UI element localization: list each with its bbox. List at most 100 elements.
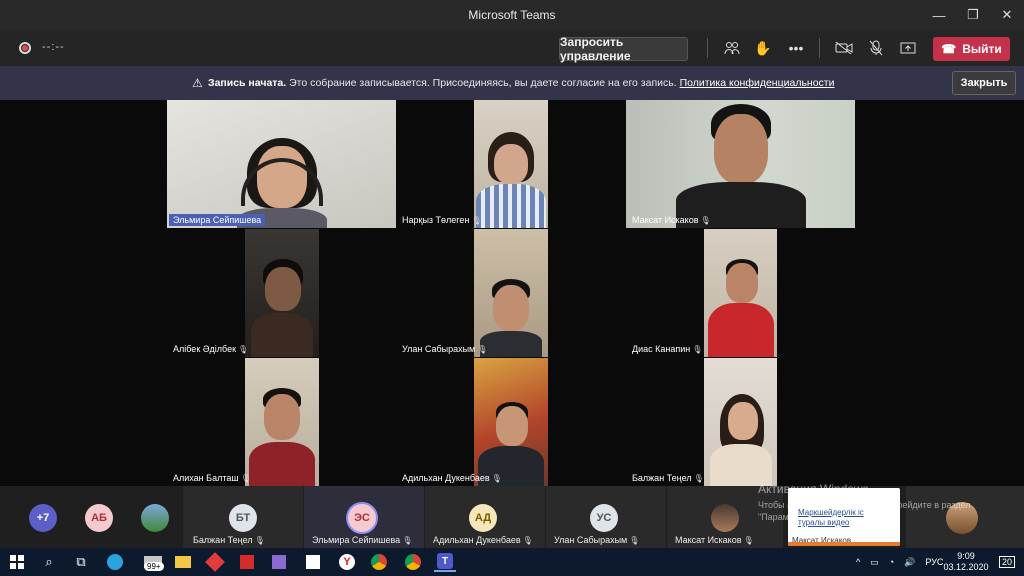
leave-button[interactable]: ☎ Выйти xyxy=(933,37,1010,61)
strip-tile[interactable]: ЭС Эльмира Сейпишева 🎙 xyxy=(304,486,424,548)
recording-icon xyxy=(19,42,31,54)
video-tile[interactable]: Максат Искаков 🎙 xyxy=(626,100,855,228)
strip-name: Максат Искаков 🎙 xyxy=(675,535,754,545)
app-icon[interactable] xyxy=(204,552,226,572)
activation-sub: Чтобы активировать Windows, перейдите в … xyxy=(758,500,971,510)
video-tile[interactable] xyxy=(704,229,777,357)
maximize-icon[interactable]: ❐ xyxy=(956,0,990,30)
folder-icon[interactable] xyxy=(172,552,194,572)
popup-line[interactable]: туралы видео xyxy=(798,518,850,527)
activation-watermark: Активация Windows Чтобы активировать Win… xyxy=(758,482,971,522)
leave-label: Выйти xyxy=(962,42,1002,56)
privacy-link[interactable]: Политика конфиденциальности xyxy=(680,77,835,89)
clock-time: 9:09 xyxy=(957,551,975,561)
windows-start-icon[interactable] xyxy=(6,552,28,572)
participants-icon[interactable] xyxy=(721,38,743,58)
participant-name: Адильхан Дукенбаев 🎙 xyxy=(402,473,502,483)
activation-title: Активация Windows xyxy=(758,482,869,496)
video-tile[interactable] xyxy=(474,229,548,357)
language-indicator[interactable]: РУС xyxy=(925,557,943,567)
mic-icon: 🎙 xyxy=(692,345,703,354)
camera-off-icon[interactable] xyxy=(833,38,855,58)
app-icon[interactable] xyxy=(236,552,258,572)
network-icon[interactable]: ◔ xyxy=(889,557,894,567)
close-window-icon[interactable]: ✕ xyxy=(990,0,1024,30)
share-screen-icon[interactable] xyxy=(897,38,919,58)
meeting-timer: --:-- xyxy=(42,41,65,53)
mic-icon: 🎙 xyxy=(238,345,249,354)
avatar[interactable] xyxy=(141,504,169,532)
mic-icon: 🎙 xyxy=(700,216,711,225)
activation-sub2: "Парам... xyxy=(758,512,797,522)
notification-icon[interactable]: 20 xyxy=(996,552,1018,572)
mic-off-icon[interactable] xyxy=(865,38,887,58)
participant-name: Максат Искаков 🎙 xyxy=(632,215,711,225)
avatar: УС xyxy=(590,504,618,532)
chevron-up-icon[interactable]: ^ xyxy=(856,557,860,567)
yandex-browser-icon[interactable]: Y xyxy=(336,552,358,572)
mic-icon: 🎙 xyxy=(477,345,488,354)
phone-hangup-icon: ☎ xyxy=(941,42,957,56)
meeting-toolbar: --:-- Запросить управление ✋ ••• ☎ Выйти xyxy=(0,30,1024,66)
app-icon[interactable] xyxy=(302,552,324,572)
video-popup[interactable]: Маркшейдерлік іс туралы видео Максат Иск… xyxy=(788,488,900,546)
avatar: АД xyxy=(469,504,497,532)
more-options-icon[interactable]: ••• xyxy=(785,38,807,58)
raise-hand-icon[interactable]: ✋ xyxy=(752,38,774,58)
mic-icon: 🎙 xyxy=(240,474,251,483)
teams-icon[interactable]: T xyxy=(434,552,456,572)
request-control-button[interactable]: Запросить управление xyxy=(559,35,688,63)
mic-icon: 🎙 xyxy=(402,536,413,545)
title-bar: Microsoft Teams — ❐ ✕ xyxy=(0,0,1024,30)
mic-icon: 🎙 xyxy=(254,536,265,545)
app-icon[interactable] xyxy=(268,552,290,572)
popup-accent-bar xyxy=(788,542,900,546)
video-tile[interactable] xyxy=(704,358,777,486)
telegram-icon[interactable] xyxy=(104,552,126,572)
mic-icon: 🎙 xyxy=(522,536,533,545)
video-tile[interactable] xyxy=(245,358,319,486)
mic-icon: 🎙 xyxy=(693,474,704,483)
avatar xyxy=(711,504,739,532)
participant-name: Улан Сабырахым 🎙 xyxy=(402,344,488,354)
strip-name: Адильхан Дукенбаев 🎙 xyxy=(433,535,533,545)
participant-name: Нарқыз Төлеген 🎙 xyxy=(402,215,482,225)
overflow-count[interactable]: +7 xyxy=(29,504,57,532)
clock[interactable]: 9:09 03.12.2020 xyxy=(943,548,988,576)
video-tile[interactable] xyxy=(474,100,548,228)
mic-icon: 🎙 xyxy=(471,216,482,225)
search-icon[interactable]: ⌕ xyxy=(38,552,60,572)
strip-name: Улан Сабырахым 🎙 xyxy=(554,535,640,545)
avatar[interactable]: АБ xyxy=(85,504,113,532)
video-tile[interactable]: Эльмира Сейпишева xyxy=(167,100,396,228)
toolbar-divider xyxy=(819,38,820,58)
recording-banner: ⚠ Запись начата. Это собрание записывает… xyxy=(0,66,1024,100)
video-tile[interactable] xyxy=(474,358,548,486)
system-tray: ^ ▭ ◔ 🔊 РУС xyxy=(856,548,943,576)
minimize-icon[interactable]: — xyxy=(922,0,956,30)
video-stage: Эльмира Сейпишева Нарқыз Төлеген 🎙 Максат… xyxy=(0,100,1024,486)
task-view-icon[interactable]: ⧉ xyxy=(70,552,92,572)
chrome-icon[interactable] xyxy=(368,552,390,572)
chrome-icon[interactable] xyxy=(402,552,424,572)
strip-name: Эльмира Сейпишева 🎙 xyxy=(312,535,413,545)
strip-tile[interactable]: АД Адильхан Дукенбаев 🎙 xyxy=(425,486,545,548)
battery-icon[interactable]: ▭ xyxy=(870,557,879,568)
window-title: Microsoft Teams xyxy=(468,8,556,22)
strip-tile[interactable] xyxy=(906,486,1024,548)
participant-name: Балжан Теңел 🎙 xyxy=(632,473,704,483)
mic-icon: 🎙 xyxy=(629,536,640,545)
banner-message: Запись начата. Это собрание записывается… xyxy=(208,77,834,89)
strip-name: Балжан Теңел 🎙 xyxy=(193,535,265,545)
window-controls: — ❐ ✕ xyxy=(922,0,1024,30)
banner-text: Это собрание записывается. Присоединяясь… xyxy=(289,77,677,89)
strip-tile[interactable]: УС Улан Сабырахым 🎙 xyxy=(546,486,666,548)
mail-badge: 99+ xyxy=(144,562,164,571)
mic-icon: 🎙 xyxy=(743,536,754,545)
banner-bold: Запись начата. xyxy=(208,77,287,89)
banner-close-button[interactable]: Закрыть xyxy=(952,71,1016,95)
volume-icon[interactable]: 🔊 xyxy=(904,557,915,568)
warning-icon: ⚠ xyxy=(192,76,203,90)
video-tile[interactable] xyxy=(245,229,319,357)
strip-tile[interactable]: БТ Балжан Теңел 🎙 xyxy=(183,486,303,548)
